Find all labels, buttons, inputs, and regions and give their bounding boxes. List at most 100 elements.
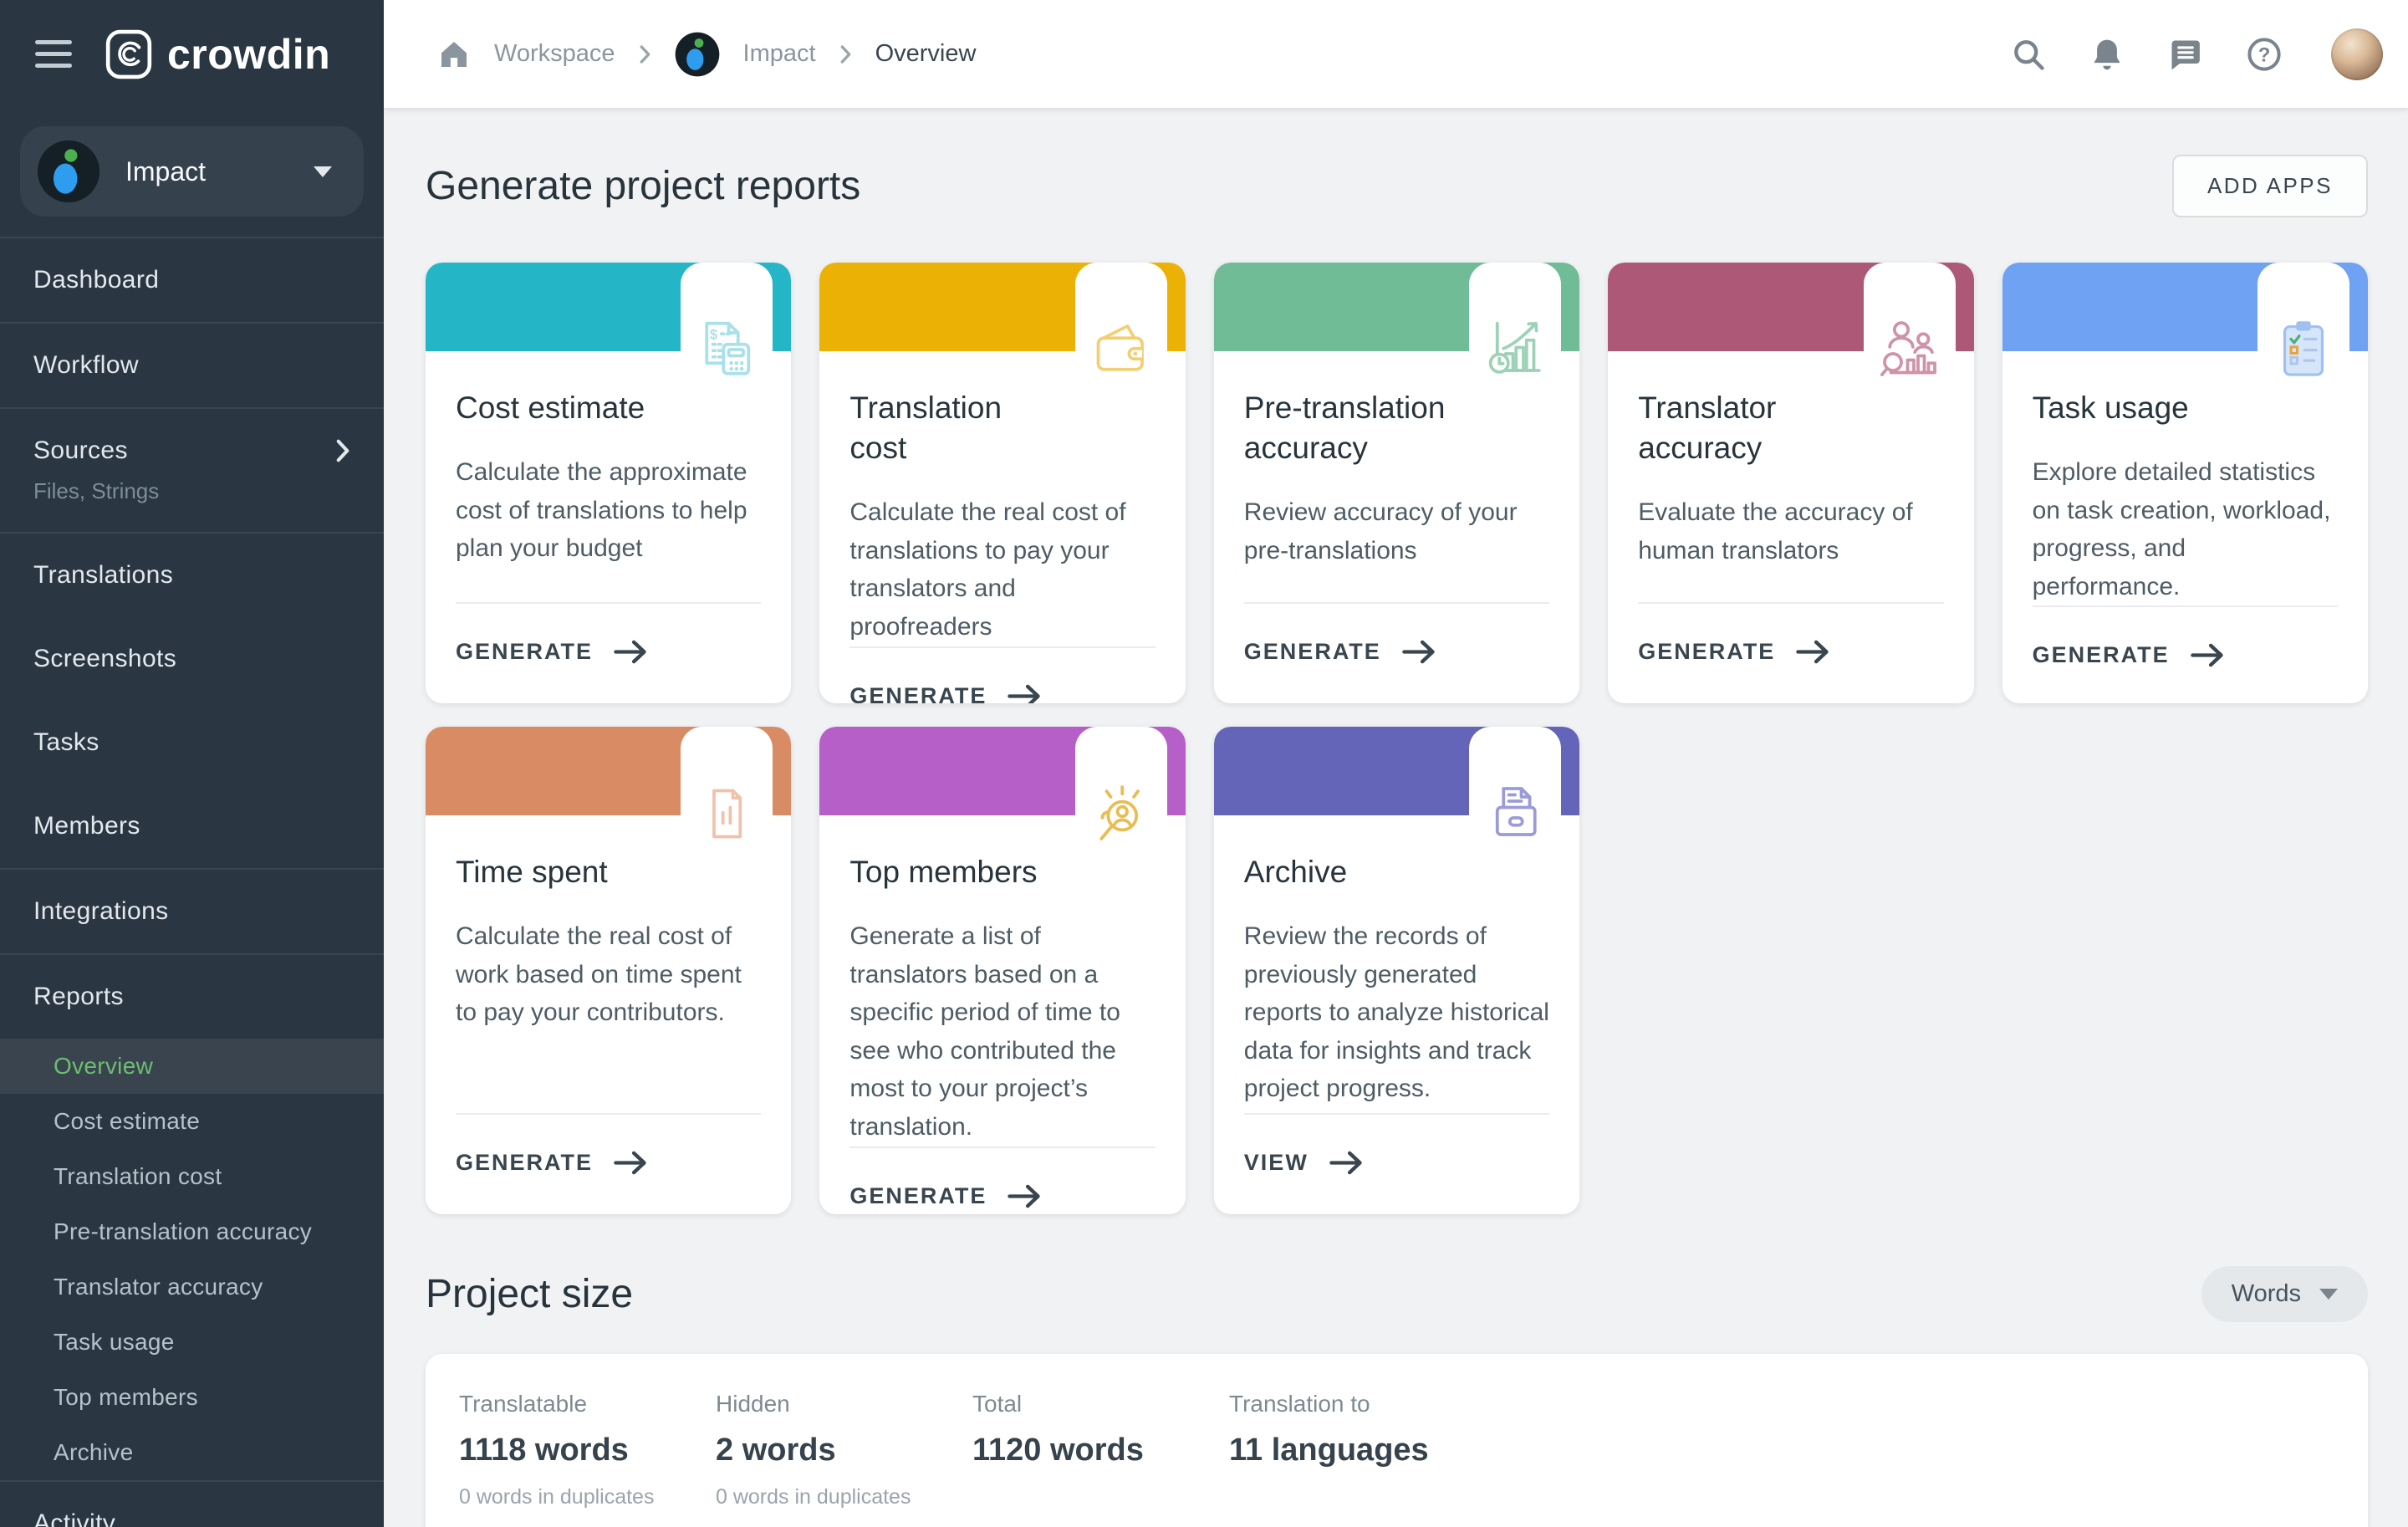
messages-chat-icon[interactable] <box>2167 36 2204 73</box>
chevron-right-icon <box>839 44 852 64</box>
sidebar-item-label: Reports <box>33 983 124 1011</box>
help-icon[interactable] <box>2246 36 2283 73</box>
card-color-band <box>819 263 1185 351</box>
card-action-label: GENERATE <box>1244 639 1381 665</box>
card-icon <box>1876 316 1943 383</box>
sidebar-item[interactable]: Overview <box>0 1039 384 1094</box>
card-action-label: GENERATE <box>849 1183 987 1209</box>
sidebar-item[interactable]: Activity <box>0 1482 384 1527</box>
report-cards-grid: Cost estimate Calculate the approximate … <box>426 263 2368 1214</box>
card-footer: GENERATE <box>1638 602 1943 703</box>
sidebar-item-label: Members <box>33 812 140 840</box>
sidebar-item-label: Top members <box>54 1384 198 1411</box>
card-color-band <box>2002 263 2368 351</box>
breadcrumb-project[interactable]: Impact <box>743 40 816 68</box>
crowdin-logo-text: crowdin <box>167 30 330 79</box>
arrow-right-icon <box>1401 639 1438 665</box>
card-action-link[interactable]: GENERATE <box>849 683 1043 703</box>
sidebar-item[interactable]: Archive <box>0 1425 384 1480</box>
sidebar-item[interactable]: Tasks <box>0 701 384 784</box>
app-window: crowdin Impact Dashboard <box>0 0 2408 1527</box>
report-card: Cost estimate Calculate the approximate … <box>426 263 791 703</box>
sidebar-item[interactable]: Translations <box>0 534 384 617</box>
arrow-right-icon <box>1007 683 1043 703</box>
project-size-title: Project size <box>426 1271 633 1317</box>
stat-column: Translation to 11 languages <box>1229 1391 1486 1509</box>
card-action-link[interactable]: GENERATE <box>456 1150 650 1176</box>
card-color-band <box>1214 727 1579 815</box>
card-action-label: GENERATE <box>849 683 987 703</box>
card-icon <box>1088 780 1155 847</box>
sidebar-item-label: Activity <box>33 1509 115 1527</box>
card-icon-badge <box>681 727 773 859</box>
card-icon-badge <box>1075 727 1167 859</box>
card-action-link[interactable]: GENERATE <box>456 639 650 665</box>
card-icon <box>1088 316 1155 383</box>
report-card: Translator accuracy Evaluate the accurac… <box>1608 263 1973 703</box>
stat-value: 1120 words <box>972 1433 1229 1468</box>
project-size-header-row: Project size Words <box>426 1266 2368 1322</box>
card-action-label: GENERATE <box>2033 642 2170 668</box>
sidebar-item[interactable]: Translator accuracy <box>0 1259 384 1315</box>
card-footer: GENERATE <box>2033 605 2338 703</box>
content: Generate project reports ADD APPS Cost e… <box>384 108 2408 1527</box>
user-avatar[interactable] <box>2331 28 2383 80</box>
card-icon-badge <box>1075 263 1167 395</box>
crowdin-logo[interactable]: crowdin <box>105 29 330 79</box>
page-title: Generate project reports <box>426 163 860 209</box>
unit-selector-dropdown[interactable]: Words <box>2201 1266 2368 1322</box>
sidebar-item[interactable]: Pre-translation accuracy <box>0 1204 384 1259</box>
sidebar-item[interactable]: Workflow <box>0 324 384 407</box>
card-icon <box>693 316 760 383</box>
search-icon[interactable] <box>2010 36 2047 73</box>
card-action-label: GENERATE <box>456 639 593 665</box>
card-icon <box>1482 316 1548 383</box>
card-color-band <box>426 727 791 815</box>
card-description: Evaluate the accuracy of human translato… <box>1638 493 1943 569</box>
sidebar-item[interactable]: Translation cost <box>0 1149 384 1204</box>
sidebar-item[interactable]: Top members <box>0 1370 384 1425</box>
sidebar-item[interactable]: Reports <box>0 955 384 1039</box>
card-color-band <box>426 263 791 351</box>
card-description: Review accuracy of your pre-translations <box>1244 493 1549 569</box>
sidebar-item-note: Files, Strings <box>33 478 350 504</box>
card-footer: GENERATE <box>456 602 761 703</box>
sidebar-item[interactable]: Cost estimate <box>0 1094 384 1149</box>
breadcrumb-workspace[interactable]: Workspace <box>494 40 615 68</box>
card-icon-badge <box>2258 263 2349 395</box>
sidebar-item-label: Archive <box>54 1439 133 1466</box>
card-icon-badge <box>1469 263 1561 395</box>
sidebar-item-label: Task usage <box>54 1329 175 1356</box>
sidebar-item[interactable]: Screenshots <box>0 617 384 701</box>
card-description: Calculate the real cost of work based on… <box>456 917 761 1032</box>
project-selector[interactable]: Impact <box>20 126 364 217</box>
sidebar-item[interactable]: Task usage <box>0 1315 384 1370</box>
sidebar-header: crowdin <box>0 0 384 108</box>
card-action-link[interactable]: VIEW <box>1244 1150 1365 1176</box>
card-action-label: GENERATE <box>1638 639 1775 665</box>
project-name: Impact <box>125 156 206 187</box>
card-title: Pre-translation accuracy <box>1244 388 1549 468</box>
sidebar-item[interactable]: Sources Files, Strings <box>0 409 384 532</box>
sidebar-item-label: Sources <box>33 437 128 465</box>
menu-hamburger-icon[interactable] <box>35 40 72 68</box>
card-action-link[interactable]: GENERATE <box>1244 639 1438 665</box>
sidebar-item[interactable]: Integrations <box>0 870 384 953</box>
stat-value: 1118 words <box>459 1433 716 1468</box>
card-action-link[interactable]: GENERATE <box>1638 639 1832 665</box>
sidebar-item[interactable]: Members <box>0 784 384 868</box>
card-title: Translation cost <box>849 388 1155 468</box>
card-description: Calculate the real cost of translations … <box>849 493 1155 646</box>
sidebar-item-label: Translations <box>33 561 173 590</box>
arrow-right-icon <box>1329 1150 1365 1176</box>
project-avatar <box>37 140 100 203</box>
sidebar-item[interactable]: Dashboard <box>0 238 384 322</box>
notifications-bell-icon[interactable] <box>2089 36 2125 73</box>
crowdin-logo-icon <box>105 29 152 79</box>
home-icon[interactable] <box>437 38 471 71</box>
add-apps-button[interactable]: ADD APPS <box>2172 155 2368 217</box>
card-action-link[interactable]: GENERATE <box>2033 642 2227 668</box>
card-icon-badge <box>681 263 773 395</box>
topbar: Workspace Impact Overview <box>384 0 2408 108</box>
card-action-link[interactable]: GENERATE <box>849 1183 1043 1209</box>
